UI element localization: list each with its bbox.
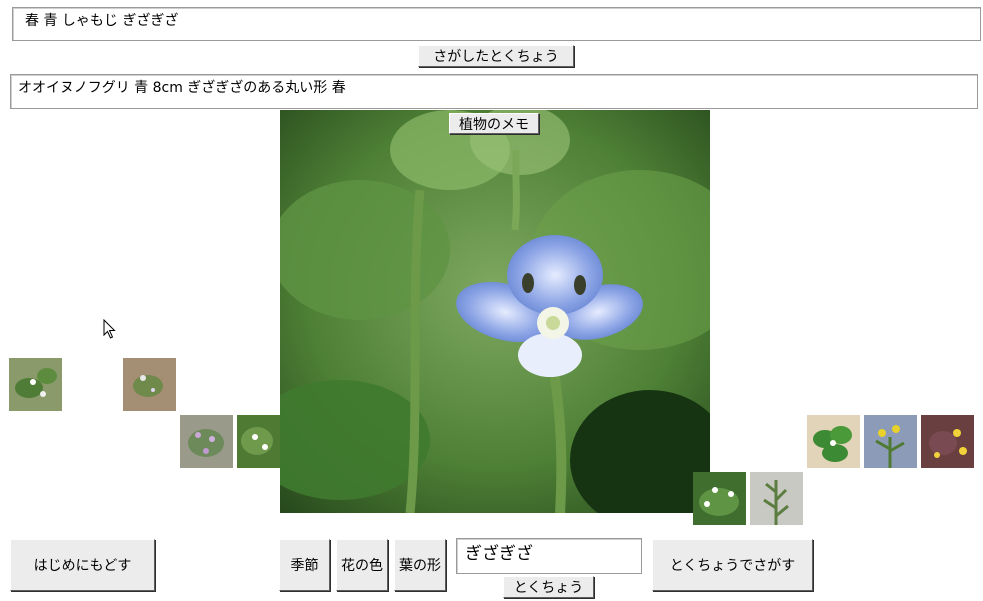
feature-input[interactable]: ぎざぎざ <box>456 538 642 574</box>
searched-features-label: さがしたとくちょう <box>433 49 559 65</box>
plant-memo-text: オオイヌノフグリ 青 8cm ぎざぎざのある丸い形 春 <box>18 80 346 96</box>
restart-button-label: はじめにもどす <box>33 558 132 574</box>
flower-color-button-label: 花の色 <box>341 558 383 574</box>
plant-thumbnail[interactable] <box>921 415 974 468</box>
plant-thumbnail[interactable] <box>180 415 233 468</box>
season-button-label: 季節 <box>290 558 319 574</box>
plant-memo-field[interactable]: オオイヌノフグリ 青 8cm ぎざぎざのある丸い形 春 <box>10 74 978 109</box>
plant-thumbnail[interactable] <box>123 358 176 411</box>
restart-button[interactable]: はじめにもどす <box>10 539 155 591</box>
season-button[interactable]: 季節 <box>279 539 330 591</box>
plant-memo-button[interactable]: 植物のメモ <box>449 113 539 134</box>
search-by-feature-label: とくちょうでさがす <box>669 558 796 574</box>
feature-button[interactable]: とくちょう <box>503 576 594 598</box>
plant-thumbnail[interactable] <box>750 472 803 525</box>
plant-thumbnail[interactable] <box>807 415 860 468</box>
plant-thumbnail[interactable] <box>237 415 280 468</box>
plant-thumbnail[interactable] <box>864 415 917 468</box>
feature-button-label: とくちょう <box>513 580 584 596</box>
feature-input-text: ぎざぎざ <box>465 544 533 564</box>
mouse-cursor-icon <box>103 319 116 339</box>
main-plant-photo <box>280 110 710 513</box>
plant-memo-button-label: 植物のメモ <box>459 116 529 133</box>
searched-features-button[interactable]: さがしたとくちょう <box>418 45 574 67</box>
plant-thumbnail[interactable] <box>693 472 746 525</box>
leaf-shape-button-label: 葉の形 <box>399 558 441 574</box>
top-feature-field[interactable]: 春 青 しゃもじ ぎざぎざ <box>12 7 981 41</box>
top-feature-text: 春 青 しゃもじ ぎざぎざ <box>25 13 179 29</box>
search-by-feature-button[interactable]: とくちょうでさがす <box>652 539 813 591</box>
leaf-shape-button[interactable]: 葉の形 <box>394 539 446 591</box>
flower-color-button[interactable]: 花の色 <box>336 539 388 591</box>
plant-thumbnail[interactable] <box>9 358 62 411</box>
